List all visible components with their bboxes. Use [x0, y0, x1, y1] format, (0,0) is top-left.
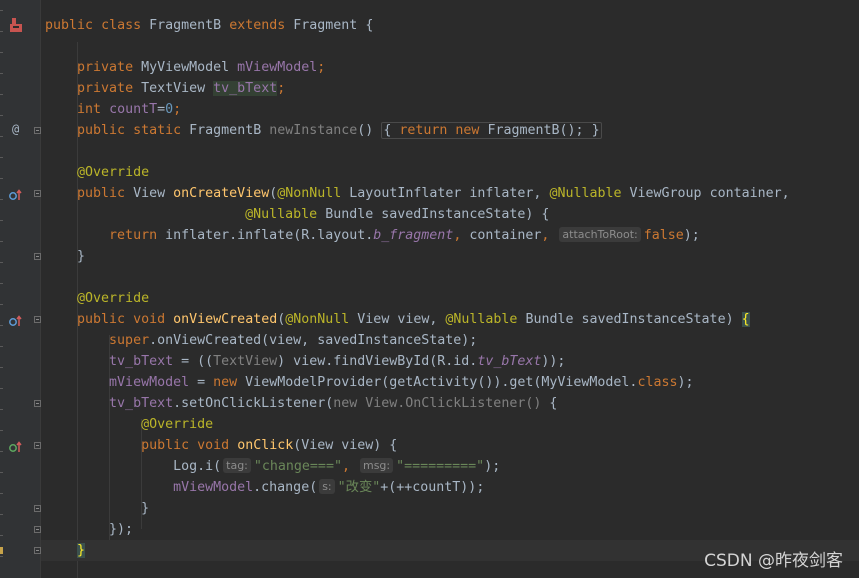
override-icon[interactable] — [9, 186, 23, 205]
code-line: mViewModel = new ViewModelProvider(getAc… — [109, 375, 694, 390]
code-line: int countT=0; — [77, 102, 182, 117]
code-line: public class FragmentB extends Fragment … — [45, 18, 374, 33]
parameter-hint: msg: — [359, 458, 394, 473]
parameter-hint: attachToRoot: — [559, 227, 641, 242]
fold-marker-icon[interactable] — [34, 127, 41, 134]
code-line: private TextView tv_bText; — [77, 81, 286, 96]
code-line: private MyViewModel mViewModel; — [77, 60, 326, 75]
fold-marker-icon[interactable] — [34, 547, 41, 554]
class-run-icon[interactable] — [9, 17, 23, 33]
code-line: } — [77, 249, 86, 264]
code-line: public void onViewCreated(@NonNull View … — [77, 312, 750, 327]
code-line: mViewModel.change(s: "改变"+(++countT)); — [173, 479, 485, 495]
code-line: public View onCreateView(@NonNull Layout… — [77, 186, 790, 201]
override-icon[interactable] — [9, 312, 23, 331]
code-line: tv_bText = ((TextView) view.findViewById… — [109, 354, 566, 369]
code-editor[interactable]: public class FragmentB extends Fragment … — [41, 0, 859, 578]
override-icon[interactable] — [9, 438, 23, 457]
code-line: tv_bText.setOnClickListener(new View.OnC… — [109, 396, 558, 411]
code-line: @Override — [77, 165, 150, 180]
code-line: @Override — [77, 291, 150, 306]
code-line: }); — [109, 522, 134, 537]
code-line: } — [141, 501, 150, 516]
at-sign-icon: @ — [12, 122, 20, 136]
editor-gutter: @ — [0, 0, 41, 578]
code-line: @Override — [141, 417, 214, 432]
fold-marker-icon[interactable] — [34, 316, 41, 323]
code-line: super.onViewCreated(view, savedInstanceS… — [109, 333, 478, 348]
parameter-hint: tag: — [223, 458, 251, 473]
watermark: CSDN @昨夜剑客 — [704, 551, 843, 571]
fold-marker-icon[interactable] — [34, 505, 41, 512]
code-line: public static FragmentB newInstance() { … — [77, 122, 602, 139]
fold-marker-icon[interactable] — [34, 400, 41, 407]
fold-marker-icon[interactable] — [34, 253, 41, 260]
fold-marker-icon[interactable] — [34, 190, 41, 197]
code-line: @Nullable Bundle savedInstanceState) { — [245, 207, 550, 222]
change-marker — [0, 547, 3, 554]
code-line: Log.i(tag: "change===", msg: "========="); — [173, 458, 501, 474]
code-line: public void onClick(View view) { — [141, 438, 398, 453]
code-line: return inflater.inflate(R.layout.b_fragm… — [109, 227, 700, 243]
parameter-hint: s: — [319, 479, 335, 494]
fold-marker-icon[interactable] — [34, 526, 41, 533]
fold-marker-icon[interactable] — [34, 442, 41, 449]
